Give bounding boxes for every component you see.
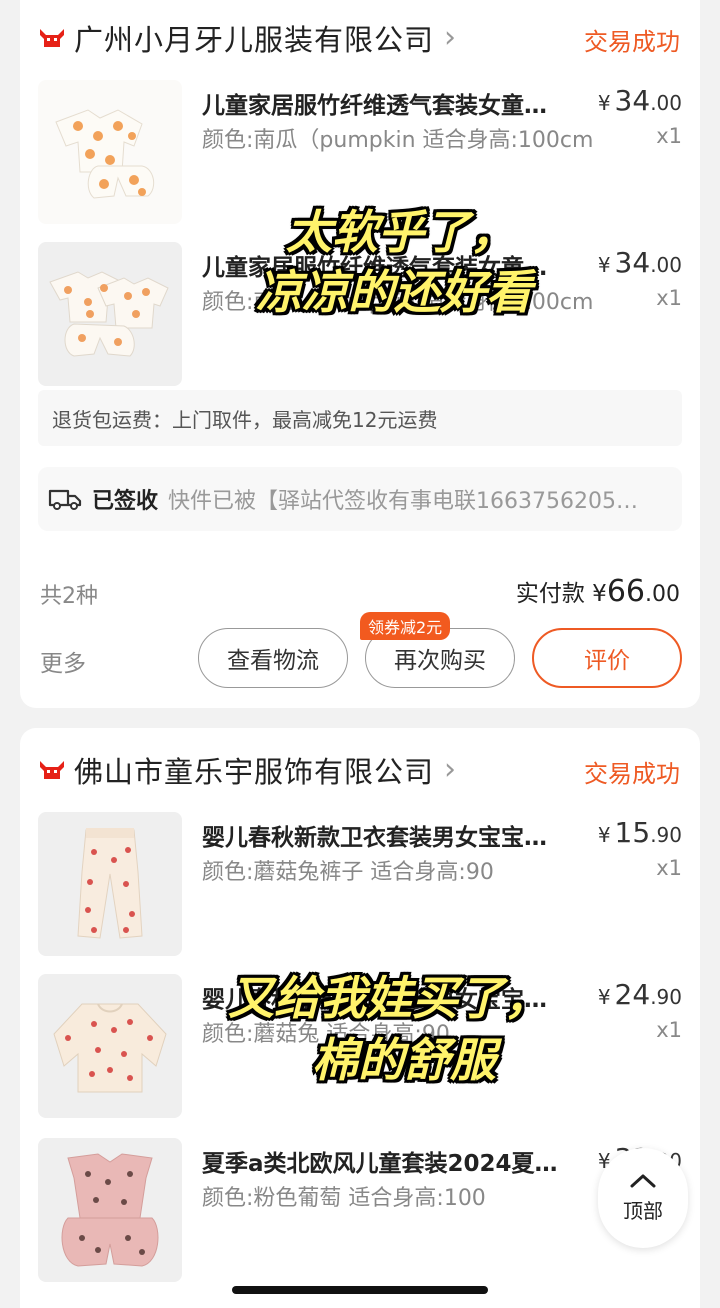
more-link[interactable]: 更多 [40, 644, 86, 678]
tmall-logo-icon [40, 29, 64, 47]
pumpkin-pajama-image [55, 109, 155, 199]
caption-line: 又给我娃买了， [228, 971, 550, 1025]
shop-header[interactable]: 广州小月牙儿服装有限公司 › [38, 16, 456, 60]
order-list-page: 广州小月牙儿服装有限公司 › 交易成功 儿童家居服竹纤维透气套装女童… 颜色:南… [0, 0, 720, 1308]
baby-pants-image [77, 828, 143, 939]
order-status: 交易成功 [584, 28, 680, 56]
return-shipping-note: 退货包运费：上门取件，最高减免12元运费 [38, 390, 682, 446]
caption-line: 太软乎了， [286, 205, 516, 259]
product-price: ¥15.90 [597, 816, 682, 849]
order-item[interactable]: 婴儿春秋新款卫衣套装男女宝宝… 颜色:蘑菇兔裤子 适合身高:90 ¥15.90 … [38, 812, 682, 956]
product-price: ¥34.00 [597, 246, 682, 279]
product-title: 夏季a类北欧风儿童套装2024夏… [202, 1151, 558, 1177]
product-image[interactable] [38, 80, 182, 224]
product-qty: x1 [656, 1018, 682, 1042]
chevron-right-icon: › [444, 20, 457, 55]
order-card: 广州小月牙儿服装有限公司 › 交易成功 儿童家居服竹纤维透气套装女童… 颜色:南… [20, 0, 700, 708]
order-item[interactable]: 夏季a类北欧风儿童套装2024夏… 颜色:粉色葡萄 适合身高:100 ¥33.9… [38, 1138, 682, 1282]
product-image[interactable] [38, 242, 182, 386]
logistics-status: 已签收 [92, 489, 159, 514]
pink-grape-set-image [61, 1153, 159, 1267]
product-qty: x1 [656, 124, 682, 148]
product-spec: 颜色:粉色葡萄 适合身高:100 [202, 1186, 486, 1211]
chevron-up-icon [630, 1174, 656, 1187]
home-indicator[interactable] [232, 1286, 488, 1294]
pumpkin-pajama-set-image [49, 271, 169, 357]
shop-name: 广州小月牙儿服装有限公司 [74, 23, 435, 57]
chevron-right-icon: › [444, 752, 457, 787]
back-to-top-label: 顶部 [623, 1198, 663, 1223]
caption-line: 凉凉的还好看 [256, 265, 532, 319]
product-price: ¥34.00 [597, 84, 682, 117]
review-button[interactable]: 评价 [532, 628, 682, 688]
logistics-bar[interactable]: 已签收 快件已被【驿站代签收有事电联1663756205… [38, 467, 682, 531]
back-to-top-button[interactable]: 顶部 [598, 1148, 688, 1248]
baby-sweatshirt-image [53, 1003, 167, 1093]
logistics-detail: 快件已被【驿站代签收有事电联1663756205… [168, 489, 638, 514]
product-title: 婴儿春秋新款卫衣套装男女宝宝… [202, 825, 547, 851]
product-title: 儿童家居服竹纤维透气套装女童… [202, 93, 547, 119]
coupon-badge: 领券减2元 [360, 612, 451, 640]
item-kind-count: 共2种 [40, 584, 98, 609]
product-qty: x1 [656, 856, 682, 880]
product-image[interactable] [38, 974, 182, 1118]
track-logistics-button[interactable]: 查看物流 [198, 628, 348, 688]
product-image[interactable] [38, 1138, 182, 1282]
shop-header[interactable]: 佛山市童乐宇服饰有限公司 › [38, 748, 456, 792]
tmall-logo-icon [40, 761, 64, 779]
product-spec: 颜色:蘑菇兔裤子 适合身高:90 [202, 860, 494, 885]
caption-line: 棉的舒服 [312, 1033, 496, 1087]
paid-amount: 实付款 ¥66.00 [515, 574, 680, 609]
product-price: ¥24.90 [597, 978, 682, 1011]
product-image[interactable] [38, 812, 182, 956]
truck-icon [48, 489, 82, 510]
shop-name: 佛山市童乐宇服饰有限公司 [74, 755, 435, 789]
order-status: 交易成功 [584, 760, 680, 788]
product-spec: 颜色:南瓜（pumpkin 适合身高:100cm [202, 128, 594, 153]
product-qty: x1 [656, 286, 682, 310]
